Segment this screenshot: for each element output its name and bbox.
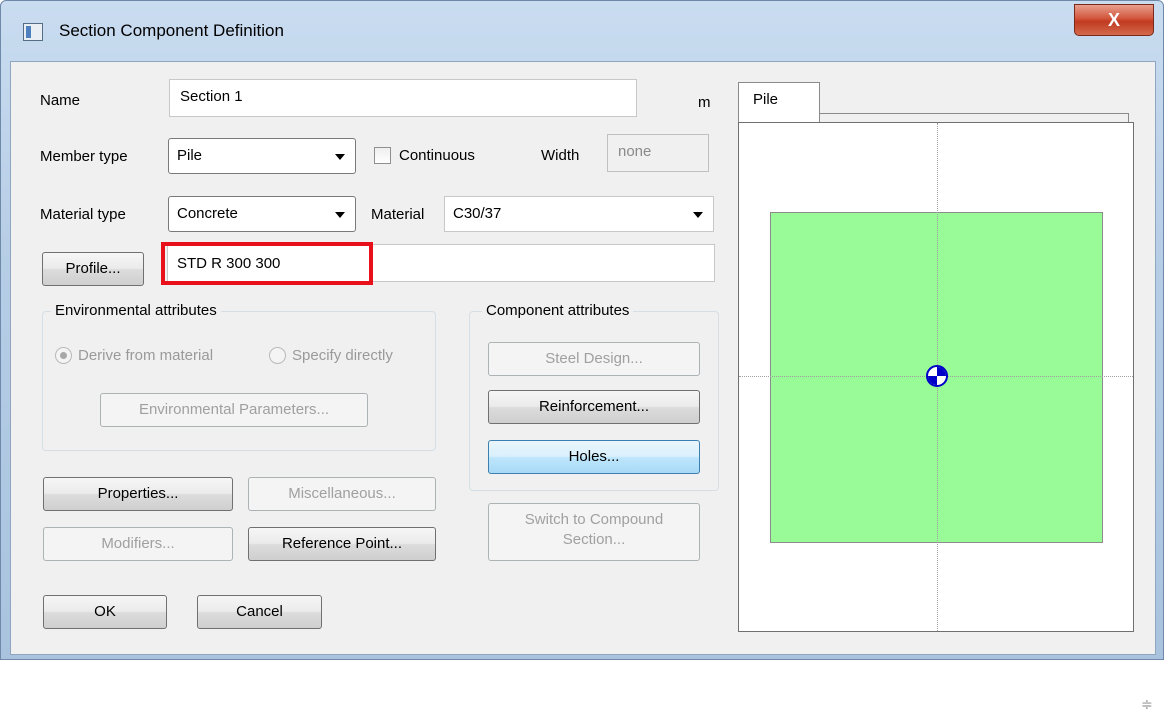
width-label: Width xyxy=(541,147,580,164)
specify-directly-radio[interactable] xyxy=(269,347,286,364)
reference-point-button[interactable]: Reference Point... xyxy=(248,527,436,561)
material-value: C30/37 xyxy=(453,205,502,222)
continuous-label[interactable]: Continuous xyxy=(399,147,475,164)
name-label: Name xyxy=(40,92,81,109)
holes-button[interactable]: Holes... xyxy=(488,440,700,474)
steel-design-button[interactable]: Steel Design... xyxy=(488,342,700,376)
material-label: Material xyxy=(371,206,425,223)
chevron-down-icon xyxy=(693,212,703,218)
member-type-label: Member type xyxy=(40,148,128,165)
ok-button[interactable]: OK xyxy=(43,595,167,629)
tab-strip-edge xyxy=(1128,113,1129,122)
profile-button[interactable]: Profile... xyxy=(42,252,144,286)
chevron-down-icon xyxy=(335,154,345,160)
material-type-label: Material type xyxy=(40,206,126,223)
miscellaneous-button[interactable]: Miscellaneous... xyxy=(248,477,436,511)
width-input[interactable]: none xyxy=(607,134,709,172)
component-attributes-title: Component attributes xyxy=(482,302,634,319)
unit-label: m xyxy=(698,94,711,111)
cancel-button[interactable]: Cancel xyxy=(197,595,322,629)
chevron-down-icon xyxy=(335,212,345,218)
environmental-attributes-group xyxy=(42,311,436,451)
switch-to-compound-button[interactable]: Switch to Compound Section... xyxy=(488,503,700,561)
tab-pile[interactable]: Pile xyxy=(738,82,820,122)
derive-from-material-radio[interactable] xyxy=(55,347,72,364)
dialog-window: Section Component Definition X Name Sect… xyxy=(0,0,1164,712)
window-title: Section Component Definition xyxy=(59,21,284,40)
section-preview-canvas[interactable] xyxy=(738,122,1134,632)
specify-directly-label[interactable]: Specify directly xyxy=(292,347,393,364)
member-type-select[interactable]: Pile xyxy=(168,138,356,174)
title-bar[interactable]: Section Component Definition X xyxy=(1,1,1163,69)
switch-to-compound-line1: Switch to Compound xyxy=(524,511,664,528)
environmental-parameters-button[interactable]: Environmental Parameters... xyxy=(100,393,368,427)
material-type-value: Concrete xyxy=(177,205,238,222)
resize-grip-icon[interactable]: ≑ xyxy=(1141,696,1153,713)
modifiers-button[interactable]: Modifiers... xyxy=(43,527,233,561)
profile-value: STD R 300 300 xyxy=(177,255,281,272)
material-type-select[interactable]: Concrete xyxy=(168,196,356,232)
close-button[interactable]: X xyxy=(1074,4,1154,36)
environmental-attributes-title: Environmental attributes xyxy=(51,302,221,319)
switch-to-compound-line2: Section... xyxy=(562,531,626,548)
centroid-icon xyxy=(926,365,948,387)
dialog-body: Name Section 1 m Member type Pile Contin… xyxy=(10,61,1156,712)
continuous-checkbox[interactable] xyxy=(374,147,391,164)
material-select[interactable]: C30/37 xyxy=(444,196,714,232)
derive-from-material-label[interactable]: Derive from material xyxy=(78,347,213,364)
member-type-value: Pile xyxy=(177,147,203,164)
tab-strip-top-line xyxy=(820,113,1129,114)
window-icon xyxy=(23,23,43,41)
name-input[interactable]: Section 1 xyxy=(169,79,637,117)
properties-button[interactable]: Properties... xyxy=(43,477,233,511)
reinforcement-button[interactable]: Reinforcement... xyxy=(488,390,700,424)
